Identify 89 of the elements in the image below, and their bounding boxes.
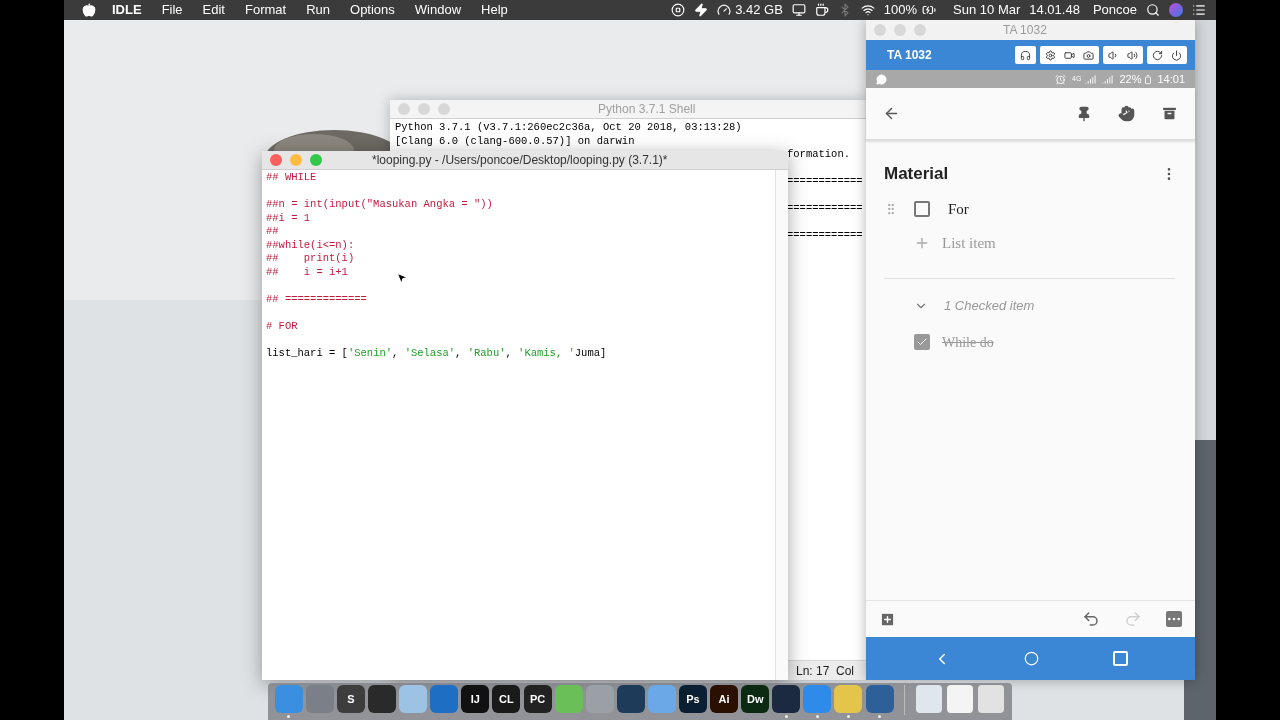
output-text: [Clang 6.0 (clang-600.0.57)] on darwin [395, 134, 635, 147]
search-icon[interactable] [1146, 3, 1160, 17]
code-line: ##n = int(input("Masukan Angka = ")) [266, 198, 493, 212]
output-text: ============ [787, 175, 863, 187]
app-icon[interactable]: CL [492, 685, 521, 713]
recents-icon[interactable] [1113, 651, 1129, 666]
camera-icon[interactable] [1083, 49, 1094, 61]
orb-icon[interactable] [1169, 3, 1183, 17]
headphones-icon[interactable] [1020, 49, 1031, 61]
alarm-icon [1055, 73, 1067, 85]
code-line: ##while(i<=n): [266, 238, 355, 252]
stop-icon[interactable] [671, 3, 686, 17]
close-button[interactable] [270, 154, 282, 166]
checkbox[interactable] [914, 334, 930, 350]
app-icon[interactable]: S [337, 685, 365, 713]
monitor-icon[interactable] [791, 3, 806, 17]
window-title: TA 1032 [1003, 22, 1047, 39]
add-box-icon[interactable] [879, 610, 896, 628]
memory-text[interactable]: 3.42 GB [735, 0, 783, 20]
app-icon[interactable] [947, 685, 974, 713]
menu-item[interactable]: Help [481, 0, 508, 20]
gauge-icon[interactable] [717, 3, 732, 17]
menu-date[interactable]: Sun 10 Mar [953, 0, 1021, 20]
menu-item[interactable]: Run [306, 0, 330, 20]
list-icon[interactable] [1192, 3, 1206, 17]
checkbox[interactable] [914, 201, 930, 217]
scrollbar-track[interactable] [775, 170, 788, 680]
video-camera-icon[interactable] [1064, 49, 1075, 61]
volume-up-icon[interactable] [1127, 49, 1138, 61]
volume-down-icon[interactable] [1108, 49, 1119, 61]
app-icon[interactable] [772, 685, 801, 713]
more-icon[interactable] [1166, 611, 1182, 627]
menu-item[interactable]: Window [414, 0, 462, 20]
app-icon[interactable]: Ai [710, 685, 739, 713]
note-title[interactable]: Material [884, 161, 949, 187]
output-text: ============ [787, 202, 863, 214]
menu-item[interactable]: Format [245, 0, 287, 20]
hand-icon[interactable] [1118, 105, 1135, 122]
battery-percent[interactable]: 100% [883, 0, 918, 20]
window-title: *looping.py - /Users/poncoe/Desktop/looping.py (3.7.1)* [372, 152, 668, 169]
undo-icon[interactable] [1082, 610, 1100, 628]
user-name[interactable]: Poncoe [1092, 0, 1137, 20]
code-line: # FOR [266, 319, 298, 333]
code-line: ##i = 1 [266, 211, 311, 225]
app-menu[interactable]: IDLE [112, 0, 142, 20]
app-icon[interactable] [865, 685, 894, 713]
app-icon[interactable]: IJ [461, 685, 490, 713]
status-text: Ln: 17 Col [796, 662, 855, 680]
window-title: Python 3.7.1 Shell [598, 101, 696, 118]
output-text: ============ [787, 229, 863, 241]
code-line: ## i = i+1 [266, 265, 348, 279]
notification-icon [876, 73, 887, 85]
code-line: ## print(i) [266, 252, 355, 266]
menu-item[interactable]: Edit [202, 0, 225, 20]
settings-icon[interactable] [1045, 49, 1056, 61]
code-line: list_hari = ['Senin', 'Selasa', 'Rabu', 'Kamis, 'Juma] [266, 346, 607, 360]
menu-clock[interactable]: 14.01.48 [1029, 0, 1080, 20]
app-icon[interactable] [368, 685, 397, 713]
archive-icon[interactable] [1161, 105, 1178, 122]
code-line: ## [266, 225, 279, 239]
battery-icon [1142, 74, 1154, 84]
home-icon[interactable] [1024, 651, 1040, 666]
check-icon [916, 336, 928, 348]
cup-icon[interactable] [814, 3, 829, 17]
power-icon[interactable] [1171, 49, 1182, 61]
pin-icon[interactable] [1076, 105, 1092, 122]
app-icon[interactable]: PC [523, 685, 552, 713]
wifi-icon[interactable] [860, 3, 875, 17]
menu-item[interactable]: File [161, 0, 183, 20]
app-icon[interactable]: Dw [741, 685, 770, 713]
bolt-icon[interactable] [694, 3, 709, 17]
status-clock: 14:01 [1157, 71, 1185, 87]
app-icon[interactable] [616, 685, 645, 713]
output-text: Python 3.7.1 (v3.7.1:260ec2c36a, Oct 20 2018, 03:13:28) [395, 121, 742, 133]
signal-icon [1085, 73, 1097, 85]
app-icon[interactable] [978, 685, 1005, 713]
app-icon[interactable]: Ps [679, 685, 707, 713]
menu-item[interactable]: Options [350, 0, 395, 20]
battery-level: 22% [1119, 71, 1142, 87]
list-item-text[interactable]: For [948, 197, 969, 221]
signal-icon [1102, 73, 1114, 85]
code-line: ## WHILE [266, 171, 317, 185]
apple-icon[interactable] [82, 3, 96, 17]
output-text: formation. [787, 148, 850, 160]
app-icon[interactable] [916, 685, 943, 713]
code-line: ## ============= [266, 292, 367, 306]
rotate-icon[interactable] [1152, 49, 1163, 61]
back-icon[interactable] [883, 105, 900, 122]
device-name: TA 1032 [887, 47, 932, 64]
